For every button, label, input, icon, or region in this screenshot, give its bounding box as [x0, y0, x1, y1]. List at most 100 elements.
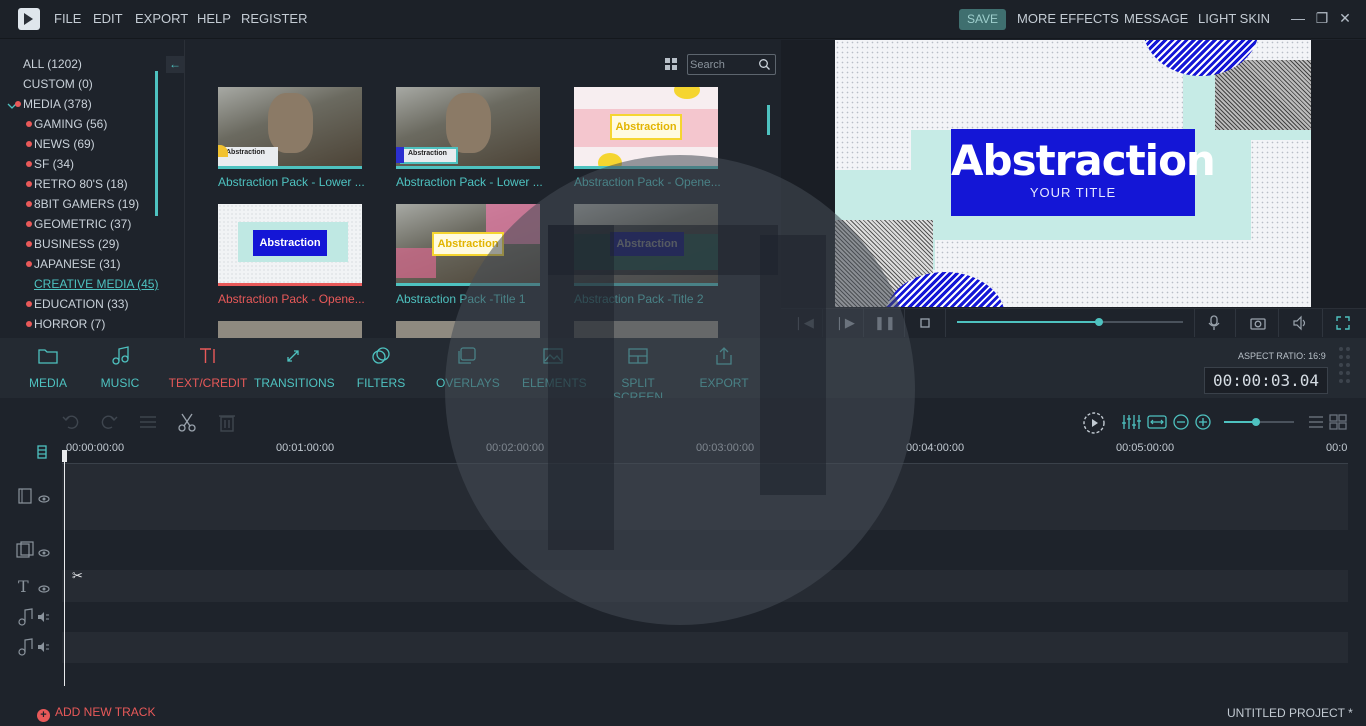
- thumbnail-badge: Abstraction: [616, 238, 678, 250]
- grid-view-icon[interactable]: [665, 58, 678, 71]
- cut-icon[interactable]: [176, 411, 198, 433]
- track-settings-icon[interactable]: [36, 444, 48, 460]
- toolbar-transitions[interactable]: TRANSITIONS: [254, 344, 335, 394]
- thumbnail[interactable]: [574, 321, 718, 338]
- category-8bit[interactable]: 8BIT GAMERS (19): [26, 194, 139, 214]
- thumbnail[interactable]: [396, 321, 540, 338]
- zoom-slider-handle[interactable]: [1252, 418, 1260, 426]
- category-business[interactable]: BUSINESS (29): [26, 234, 119, 254]
- menu-edit[interactable]: EDIT: [93, 0, 123, 38]
- render-preview-icon[interactable]: [1082, 411, 1105, 434]
- category-media-label: MEDIA (378): [23, 97, 92, 111]
- save-button[interactable]: SAVE: [959, 9, 1006, 30]
- library-scrollbar[interactable]: [767, 105, 770, 135]
- collapse-arrow-icon[interactable]: ←: [166, 56, 184, 73]
- folder-icon: [24, 344, 72, 368]
- search-input[interactable]: [690, 57, 760, 72]
- thumbnail-label: Abstraction Pack - Lower ...: [396, 175, 543, 189]
- category-creative-media[interactable]: CREATIVE MEDIA (45): [34, 274, 158, 294]
- grid-layout-icon[interactable]: [1327, 411, 1349, 433]
- volume-icon[interactable]: [1291, 314, 1309, 332]
- message-link[interactable]: MESSAGE: [1124, 0, 1188, 38]
- camera-icon[interactable]: [1249, 314, 1267, 332]
- category-scrollbar[interactable]: [155, 71, 158, 216]
- drag-handle-icon[interactable]: [1338, 346, 1352, 384]
- scissors-cursor-icon: ✂: [72, 568, 83, 583]
- step-forward-icon[interactable]: ❘▶: [834, 314, 855, 332]
- search-icon[interactable]: [758, 58, 771, 71]
- category-japanese[interactable]: JAPANESE (31): [26, 254, 120, 274]
- category-geometric[interactable]: GEOMETRIC (37): [26, 214, 131, 234]
- divider: [1322, 309, 1323, 337]
- video-track[interactable]: [62, 464, 1348, 530]
- eye-icon[interactable]: [38, 491, 50, 509]
- add-new-track-button[interactable]: + ADD NEW TRACK: [37, 705, 155, 722]
- toolbar-media[interactable]: MEDIA: [24, 344, 72, 394]
- category-news[interactable]: NEWS (69): [26, 134, 95, 154]
- toolbar-export[interactable]: EXPORT: [698, 344, 750, 394]
- skip-back-icon[interactable]: ❘◀: [793, 314, 814, 332]
- toolbar-filters[interactable]: FILTERS: [356, 344, 406, 394]
- category-media[interactable]: MEDIA (378): [15, 94, 92, 114]
- audio-track[interactable]: [62, 632, 1348, 663]
- toolbar-elements[interactable]: ELEMENTS: [522, 344, 587, 394]
- category-gaming[interactable]: GAMING (56): [26, 114, 107, 134]
- close-icon[interactable]: ✕: [1338, 10, 1352, 26]
- timeline-ruler[interactable]: 00:00:00:00 00:01:00:00 00:02:00:00 00:0…: [62, 440, 1348, 464]
- toolbar-overlays[interactable]: OVERLAYS: [436, 344, 500, 394]
- fit-timeline-icon[interactable]: [1146, 411, 1168, 433]
- category-custom[interactable]: CUSTOM (0): [23, 74, 93, 94]
- redo-icon[interactable]: [98, 411, 120, 433]
- eye-icon[interactable]: [38, 581, 50, 599]
- toolbar-label: OVERLAYS: [436, 376, 500, 390]
- more-effects-link[interactable]: MORE EFFECTS: [1017, 0, 1119, 38]
- toolbar-music[interactable]: MUSIC: [96, 344, 144, 394]
- category-all[interactable]: ALL (1202): [23, 54, 82, 74]
- zoom-in-icon[interactable]: [1193, 411, 1215, 433]
- thumbnail[interactable]: Abstraction: [218, 87, 362, 169]
- microphone-icon[interactable]: [1205, 314, 1223, 332]
- toolbar-split-screen[interactable]: SPLIT SCREEN: [598, 344, 678, 404]
- thumbnail[interactable]: Abstraction: [574, 204, 718, 286]
- list-view-icon[interactable]: [1305, 411, 1327, 433]
- undo-icon[interactable]: [60, 411, 82, 433]
- export-icon: [698, 344, 750, 368]
- toolbar-label: MEDIA: [28, 376, 67, 390]
- speaker-icon[interactable]: [37, 640, 51, 658]
- toolbar-label: MUSIC: [100, 376, 140, 390]
- text-track[interactable]: [62, 570, 1348, 602]
- playhead-line[interactable]: [64, 452, 65, 686]
- transitions-icon: [254, 344, 334, 368]
- menu-help[interactable]: HELP: [197, 0, 231, 38]
- thumbnail-badge: Abstraction: [226, 149, 265, 156]
- toolbar-text-credit[interactable]: TEXT/CREDIT: [168, 344, 248, 394]
- thumbnail[interactable]: Abstraction: [218, 204, 362, 286]
- stop-icon[interactable]: [916, 314, 934, 332]
- menu-register[interactable]: REGISTER: [241, 0, 307, 38]
- divider: [1235, 309, 1236, 337]
- pause-icon[interactable]: ❚❚: [874, 314, 896, 332]
- category-horror[interactable]: HORROR (7): [26, 314, 106, 334]
- minimize-icon[interactable]: —: [1291, 10, 1305, 26]
- thumbnail[interactable]: Abstraction: [396, 87, 540, 169]
- thumbnail[interactable]: Abstraction: [574, 87, 718, 169]
- category-sf[interactable]: SF (34): [26, 154, 74, 174]
- adjust-icon[interactable]: [137, 411, 159, 433]
- maximize-icon[interactable]: ❐: [1315, 10, 1329, 26]
- audio-mixer-icon[interactable]: [1120, 411, 1142, 433]
- menu-export[interactable]: EXPORT: [135, 0, 188, 38]
- delete-icon[interactable]: [216, 411, 238, 433]
- app-logo-icon[interactable]: [18, 8, 40, 30]
- category-retro[interactable]: RETRO 80'S (18): [26, 174, 128, 194]
- light-skin-link[interactable]: LIGHT SKIN: [1198, 0, 1270, 38]
- speaker-icon[interactable]: [37, 610, 51, 628]
- thumbnail[interactable]: Abstraction: [396, 204, 540, 286]
- eye-icon[interactable]: [38, 545, 50, 563]
- fullscreen-icon[interactable]: [1334, 314, 1352, 332]
- thumbnail[interactable]: [218, 321, 362, 338]
- playhead-handle[interactable]: [62, 450, 67, 462]
- category-education[interactable]: EDUCATION (33): [26, 294, 128, 314]
- category-label: HORROR (7): [34, 317, 106, 331]
- menu-file[interactable]: FILE: [54, 0, 81, 38]
- zoom-out-icon[interactable]: [1171, 411, 1193, 433]
